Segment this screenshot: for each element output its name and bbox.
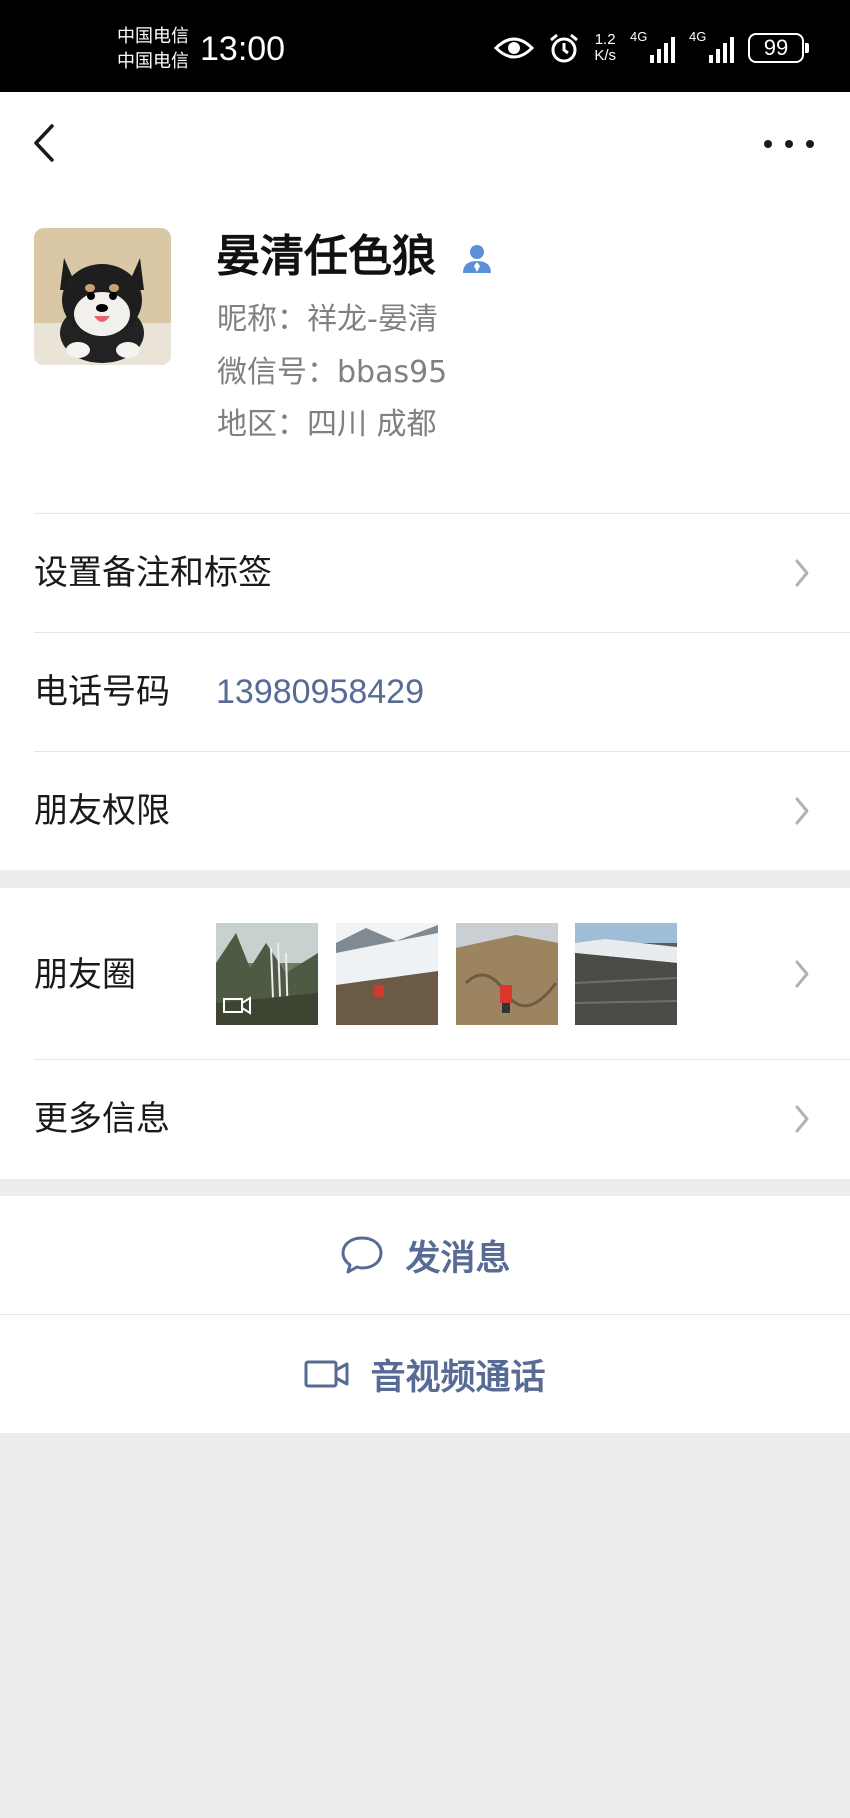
back-icon[interactable] <box>28 120 58 166</box>
chevron-right-icon <box>795 960 809 988</box>
moments-thumbnail-1[interactable] <box>216 923 318 1025</box>
divider <box>34 1059 850 1060</box>
dot-icon <box>785 140 793 148</box>
video-camera-icon <box>304 1360 349 1388</box>
chevron-right-icon <box>795 1105 809 1133</box>
divider <box>34 513 850 514</box>
region-text: 地区：四川 成都 <box>217 407 437 442</box>
carrier-1: 中国电信 <box>117 26 189 47</box>
video-call-label: 音视频通话 <box>370 1357 546 1398</box>
alarm-icon <box>550 33 579 63</box>
send-message-label: 发消息 <box>405 1238 511 1279</box>
avatar[interactable] <box>34 228 171 365</box>
more-options-button[interactable] <box>764 126 814 162</box>
signal-1-tag: 4G <box>630 29 648 44</box>
moments-thumbnail-2[interactable] <box>336 923 438 1025</box>
signal-1-icon: 4G <box>630 29 675 63</box>
moments-thumbnail-4[interactable] <box>575 923 677 1025</box>
eye-icon <box>494 37 535 59</box>
moments-row[interactable]: 朋友圈 <box>34 953 136 997</box>
carrier-2: 中国电信 <box>117 51 189 72</box>
moments-thumbnail-3[interactable] <box>456 923 558 1025</box>
dot-icon <box>806 140 814 148</box>
more-info-row[interactable]: 更多信息 <box>34 1097 170 1141</box>
dot-icon <box>764 140 772 148</box>
signal-2-icon: 4G <box>689 29 734 63</box>
chat-bubble-icon <box>341 1236 383 1274</box>
status-bar: 中国电信 中国电信 13:00 1.2 K/s 4G 4G 99 <box>0 0 850 92</box>
speed-value: 1.2 <box>594 31 616 48</box>
status-clock: 13:00 <box>200 30 286 68</box>
profile-panel <box>0 92 850 870</box>
chevron-right-icon <box>795 559 809 587</box>
carrier-labels: 中国电信 中国电信 <box>117 24 189 74</box>
wechat-id-text: 微信号：bbas95 <box>217 355 448 390</box>
nickname-text: 昵称：祥龙-晏清 <box>217 302 438 337</box>
contact-name: 晏清任色狼 <box>216 231 436 282</box>
network-speed: 1.2 K/s <box>594 32 616 64</box>
video-call-button[interactable]: 音视频通话 <box>0 1315 850 1433</box>
phone-number-link[interactable]: 13980958429 <box>216 670 424 714</box>
battery-icon: 99 <box>748 33 809 63</box>
speed-unit: K/s <box>594 47 616 64</box>
divider <box>34 632 850 633</box>
person-icon <box>463 245 491 273</box>
divider <box>34 751 850 752</box>
status-icons: 1.2 K/s 4G 4G 99 <box>494 26 809 70</box>
remark-and-tags-row[interactable]: 设置备注和标签 <box>34 551 272 595</box>
phone-number-label: 电话号码 <box>34 672 170 712</box>
friend-permissions-row[interactable]: 朋友权限 <box>34 789 170 833</box>
chevron-right-icon <box>795 797 809 825</box>
signal-2-tag: 4G <box>689 29 707 44</box>
send-message-button[interactable]: 发消息 <box>0 1196 850 1314</box>
